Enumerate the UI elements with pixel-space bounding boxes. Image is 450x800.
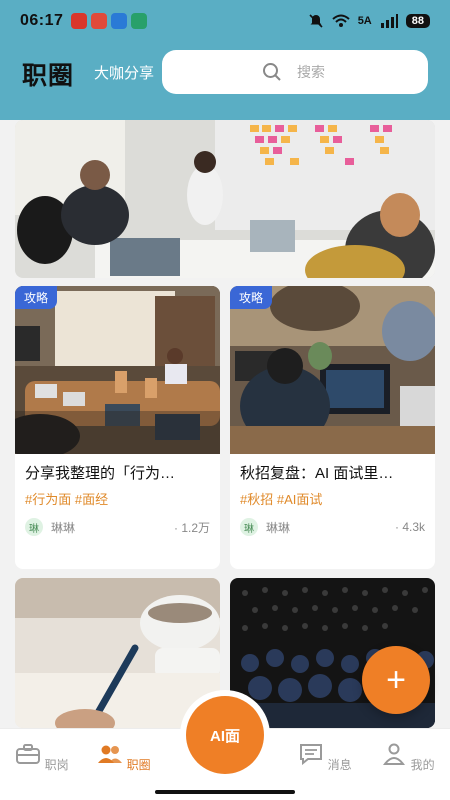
ai-interview-label: AI面 <box>209 727 240 745</box>
message-app-icon <box>131 13 148 29</box>
view-count: · 1.2万 <box>173 520 210 535</box>
add-post-button[interactable]: + <box>362 646 430 714</box>
post-image: 攻略 <box>15 286 220 454</box>
nav-item-jobs[interactable]: 职岗 <box>12 743 72 773</box>
app-icon <box>91 13 108 29</box>
avatar[interactable]: 琳 <box>25 518 43 536</box>
search-input[interactable]: 搜索 <box>162 50 428 94</box>
briefcase-icon <box>16 744 41 764</box>
search-icon <box>263 63 281 81</box>
ai-interview-button[interactable]: AI面 <box>186 696 264 774</box>
notification-icons <box>71 13 148 29</box>
status-bar: 06:17 5A 88 <box>0 0 450 42</box>
conference-room-photo <box>15 286 220 454</box>
post-title[interactable]: 分享我整理的「行为… <box>25 462 210 483</box>
post-card[interactable] <box>15 578 220 728</box>
post-badge: 攻略 <box>15 286 58 309</box>
post-card[interactable]: 攻略 秋招复盘：AI 面试里… #秋招 #AI面试 琳 琳琳 · 4.3k <box>230 286 435 569</box>
network-label: 5A <box>357 15 372 27</box>
message-icon <box>300 744 323 766</box>
post-badge: 攻略 <box>230 286 273 309</box>
nav-label: 我的 <box>410 758 435 772</box>
page-title: 职圈 <box>22 62 75 90</box>
meeting-photo <box>15 120 435 278</box>
author-name[interactable]: 琳琳 <box>266 519 290 536</box>
news-app-icon <box>71 13 88 29</box>
status-time: 06:17 <box>20 12 64 29</box>
post-tags[interactable]: #秋招 #AI面试 <box>240 489 425 508</box>
plus-icon: + <box>386 660 406 699</box>
post-card[interactable]: 攻略 分享我整理的「行为… #行为面 #面经 琳 琳琳 · 1.2万 <box>15 286 220 569</box>
signal-icon <box>380 14 398 28</box>
view-count: · 4.3k <box>394 520 425 534</box>
writing-notes-photo <box>15 578 220 728</box>
mute-icon <box>309 14 323 28</box>
laptop-workers-photo <box>230 286 435 454</box>
nav-item-messages[interactable]: 消息 <box>295 743 355 773</box>
wifi-icon <box>332 14 350 27</box>
hero-card[interactable] <box>15 120 435 278</box>
author-name[interactable]: 琳琳 <box>51 519 75 536</box>
nav-label: 职圈 <box>126 758 151 772</box>
post-image: 攻略 <box>230 286 435 454</box>
post-tags[interactable]: #行为面 #面经 <box>25 489 210 508</box>
tab-expert-share[interactable]: 大咖分享 <box>94 62 154 83</box>
home-indicator <box>155 790 295 794</box>
avatar[interactable]: 琳 <box>240 518 258 536</box>
status-right: 5A 88 <box>308 13 430 29</box>
post-title[interactable]: 秋招复盘：AI 面试里… <box>240 462 425 483</box>
user-icon <box>383 743 406 765</box>
battery-indicator: 88 <box>405 14 430 28</box>
nav-label: 消息 <box>327 758 352 772</box>
nav-label: 职岗 <box>44 758 69 772</box>
chat-app-icon <box>111 13 128 29</box>
nav-item-circle[interactable]: 职圈 <box>94 743 154 773</box>
nav-item-profile[interactable]: 我的 <box>378 743 438 773</box>
people-icon <box>98 745 123 763</box>
search-placeholder: 搜索 <box>297 64 325 80</box>
